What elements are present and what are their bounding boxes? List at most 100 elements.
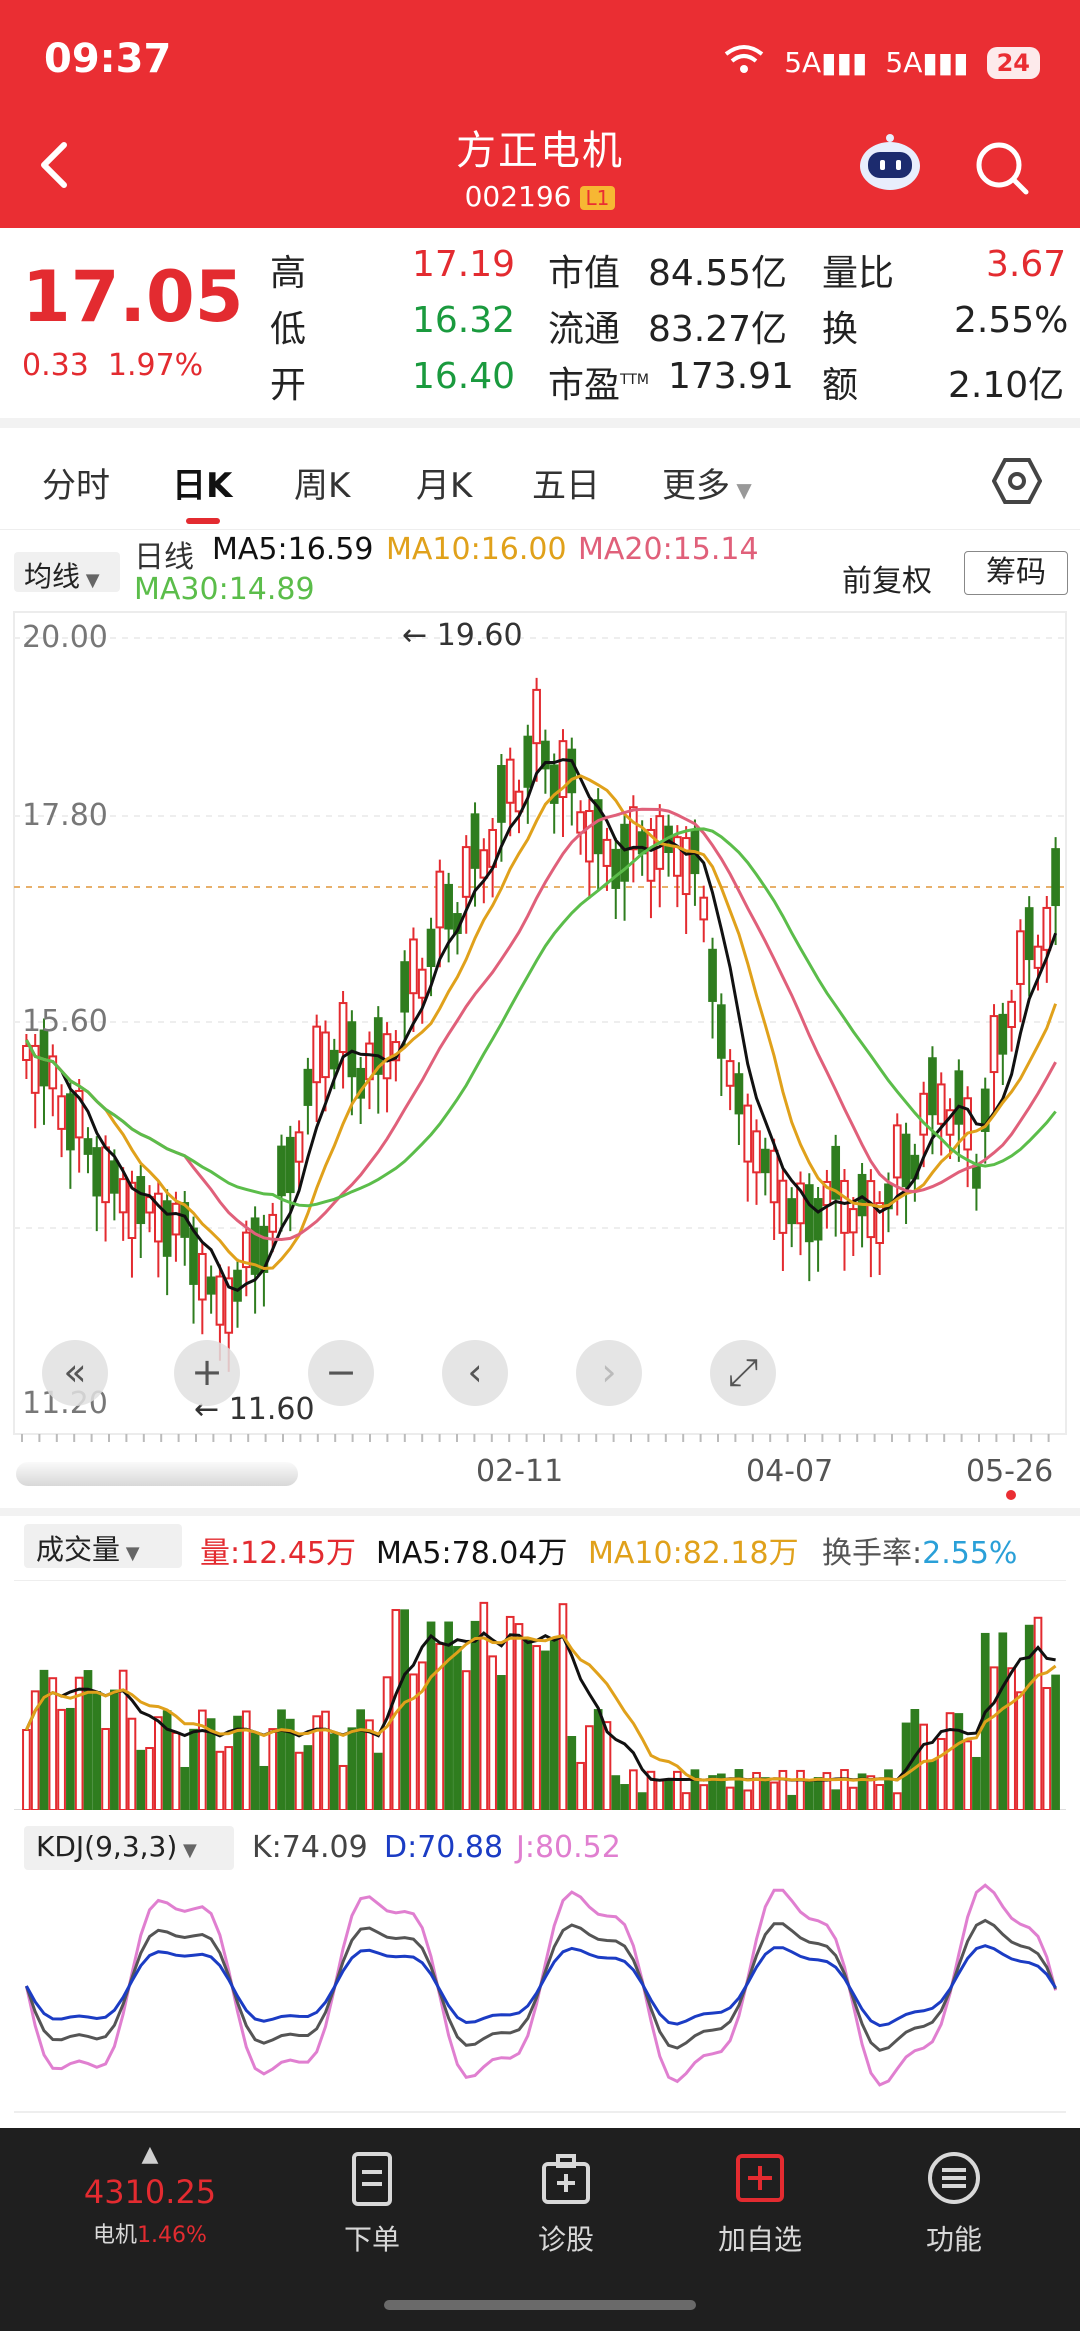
medical-kit-icon (542, 2154, 590, 2204)
kdj-selector-label: KDJ(9,3,3) (36, 1830, 178, 1863)
candle-body (936, 1083, 946, 1125)
kline-chart[interactable] (0, 0, 1080, 1500)
scroll-right-icon[interactable]: › (576, 1340, 642, 1406)
minus-icon[interactable]: − (308, 1340, 374, 1406)
volume-bar (329, 1733, 339, 1810)
chevron-down-icon: ▼ (177, 1840, 197, 1861)
low-marker-value: 11.60 (228, 1392, 315, 1427)
volume-bar (215, 1750, 225, 1810)
separator (0, 1508, 1080, 1516)
candle-body (22, 1045, 31, 1061)
volume-bar (611, 1775, 621, 1810)
high-marker-value: 19.60 (436, 618, 523, 653)
candle-body (1016, 930, 1025, 985)
volume-bar (101, 1727, 110, 1810)
candle-body (752, 1130, 761, 1174)
volume-selector[interactable]: 成交量 ▼ (24, 1524, 182, 1568)
expand-up-icon: ▲ (141, 2142, 159, 2167)
volume-bar (294, 1751, 304, 1810)
candle-body (716, 1004, 726, 1059)
candle-body (338, 1002, 348, 1054)
function-button[interactable]: 功能 (874, 2148, 1034, 2258)
volume-bar (356, 1709, 366, 1810)
volume-bar (400, 1609, 409, 1810)
volume-bar (734, 1769, 744, 1810)
volume-bar (180, 1766, 190, 1810)
candle-body (92, 1147, 102, 1197)
volume-bar (813, 1777, 823, 1810)
volume-bar (585, 1725, 594, 1810)
volume-bar (532, 1645, 541, 1810)
candle-body (118, 1178, 128, 1214)
add-watchlist-button[interactable]: 加自选 (680, 2148, 840, 2258)
x-label-3: 05-26 (966, 1454, 1054, 1489)
candle-body (813, 1198, 823, 1241)
diagnose-button[interactable]: 诊股 (486, 2148, 646, 2258)
volume-bar (66, 1707, 75, 1810)
chevron-down-icon: ▼ (120, 1543, 140, 1564)
volume-bar (373, 1752, 383, 1810)
candle-body (725, 1060, 735, 1087)
volume-bar (892, 1792, 902, 1810)
kdj-chart[interactable] (0, 1876, 1080, 2116)
candle-body (848, 1208, 858, 1234)
volume-bar (22, 1729, 31, 1810)
candle-body (189, 1227, 198, 1285)
history-scroll-handle[interactable] (16, 1462, 298, 1486)
volume-bar (92, 1691, 102, 1810)
order-button[interactable]: 下单 (292, 2148, 452, 2258)
volume-bar (804, 1781, 814, 1810)
volume-bar (250, 1732, 260, 1810)
candle-body (444, 883, 453, 930)
y-label-3: 15.60 (22, 1004, 108, 1039)
volume-ma-line (25, 1631, 1056, 1783)
volume-bar (848, 1786, 858, 1810)
scroll-left-icon[interactable]: ‹ (442, 1340, 508, 1406)
volume-bar (136, 1749, 146, 1810)
zoom-out-double-icon[interactable]: « (42, 1340, 108, 1406)
volume-bar (268, 1728, 278, 1810)
volume-bar (426, 1621, 436, 1810)
volume-bar (743, 1789, 753, 1810)
volume-bar (567, 1736, 577, 1810)
function-label: 功能 (925, 2223, 982, 2256)
volume-bar (453, 1646, 462, 1810)
candle-body (972, 1164, 981, 1189)
fullscreen-icon[interactable]: ⤢ (710, 1340, 776, 1406)
order-label: 下单 (343, 2223, 400, 2256)
kdj-d: D:70.88 (384, 1830, 504, 1865)
turnover-rate-label: 换手率: (822, 1536, 923, 1571)
candle-body (435, 870, 445, 929)
turnover-rate: 换手率:2.55% (822, 1528, 1017, 1572)
candle-body (585, 810, 594, 863)
candle-body (673, 836, 682, 877)
volume-bar (725, 1786, 735, 1810)
candle-body (162, 1200, 172, 1257)
candle-body (294, 1131, 304, 1163)
candle-body (347, 1021, 357, 1078)
candle-body (734, 1073, 744, 1115)
volume-ma-line (25, 1634, 1057, 1782)
volume-bar (189, 1728, 198, 1810)
sector-index[interactable]: ▲ 4310.25 电机1.46% (70, 2142, 230, 2249)
candle-body (1042, 906, 1052, 951)
y-label-2: 17.80 (22, 798, 108, 833)
zoom-in-icon[interactable]: + (174, 1340, 240, 1406)
volume-bar (461, 1670, 471, 1810)
turnover-rate-value: 2.55% (922, 1536, 1018, 1571)
candle-body (400, 961, 409, 1013)
candle-body (998, 1013, 1008, 1055)
volume-bar (655, 1779, 665, 1810)
volume-bar (778, 1769, 788, 1810)
volume-chart[interactable] (0, 1580, 1080, 1810)
volume-bar (338, 1764, 348, 1810)
candle-body (567, 748, 577, 794)
candle-body (426, 928, 436, 967)
candle-body (523, 735, 533, 788)
volume-bar (145, 1747, 154, 1810)
volume-bar (919, 1723, 928, 1810)
candle-body (963, 1097, 972, 1151)
candle-body (708, 948, 717, 1002)
kdj-selector[interactable]: KDJ(9,3,3) ▼ (24, 1826, 234, 1870)
candle-body (954, 1070, 964, 1125)
